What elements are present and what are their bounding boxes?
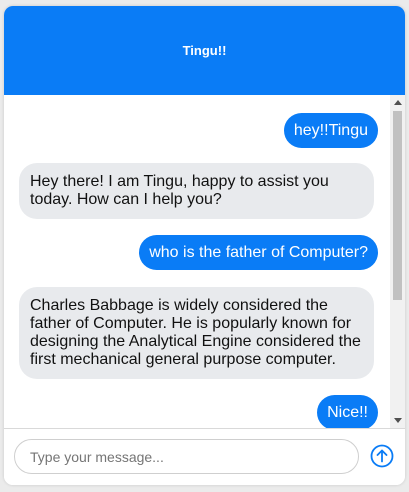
chat-window: Tingu!! hey!!Tingu Hey there! I am Tingu… — [4, 6, 405, 485]
send-button[interactable] — [370, 444, 394, 468]
scrollbar-thumb[interactable] — [393, 111, 402, 300]
scroll-up-icon[interactable] — [394, 100, 402, 105]
arrow-up-circle-icon — [370, 444, 394, 471]
scroll-down-icon[interactable] — [394, 418, 402, 423]
user-message: hey!!Tingu — [283, 113, 378, 148]
bot-message: Charles Babbage is widely considered the… — [19, 287, 374, 379]
composer — [4, 428, 405, 485]
chat-title: Tingu!! — [182, 43, 227, 58]
scrollbar[interactable] — [390, 95, 405, 428]
bot-message: Hey there! I am Tingu, happy to assist y… — [19, 163, 374, 219]
user-message: Nice!! — [317, 395, 378, 428]
message-list[interactable]: hey!!Tingu Hey there! I am Tingu, happy … — [4, 95, 390, 428]
chat-header: Tingu!! — [4, 6, 405, 95]
message-input[interactable] — [14, 439, 359, 474]
user-message: who is the father of Computer? — [139, 235, 378, 270]
